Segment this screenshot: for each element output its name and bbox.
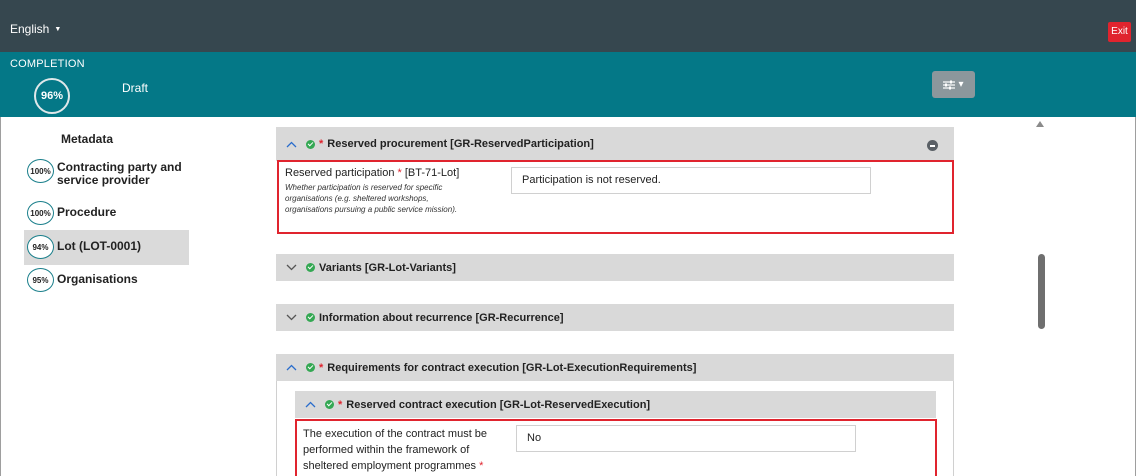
sidebar-item-label: Contracting party and service provider bbox=[57, 159, 182, 187]
sidebar-item-organisations[interactable]: 95% Organisations bbox=[27, 268, 189, 294]
field-label-line: sheltered employment programmes bbox=[303, 460, 477, 472]
group-header-recurrence[interactable]: Information about recurrence [GR-Recurre… bbox=[276, 304, 954, 331]
form-content-panel: * Reserved procurement [GR-ReservedParti… bbox=[260, 117, 975, 476]
field-description-line: organisations pursuing a public service … bbox=[285, 205, 458, 214]
completion-percent: 96% bbox=[40, 90, 64, 102]
caret-down-icon: ▼ bbox=[54, 25, 62, 33]
check-circle-icon bbox=[325, 400, 334, 409]
group-title: Requirements for contract execution [GR-… bbox=[327, 361, 697, 374]
check-circle-icon bbox=[306, 263, 315, 272]
top-bar: English ▼ Exit bbox=[0, 0, 1136, 52]
scrollbar-thumb[interactable] bbox=[1038, 254, 1045, 329]
field-reserved-execution: The execution of the contract must be pe… bbox=[295, 419, 937, 476]
sidebar-item-metadata[interactable]: Metadata bbox=[61, 132, 113, 146]
completion-progress-circle: 96% bbox=[34, 78, 70, 114]
check-circle-icon bbox=[306, 363, 315, 372]
field-label: Reserved participation * [BT-71-Lot] bbox=[285, 166, 459, 180]
status-label: Draft bbox=[122, 81, 149, 95]
group-header-reserved-execution[interactable]: * Reserved contract execution [GR-Lot-Re… bbox=[295, 391, 936, 418]
group-header-reserved-procurement[interactable]: * Reserved procurement [GR-ReservedParti… bbox=[276, 127, 954, 161]
required-marker: * bbox=[319, 361, 324, 374]
check-circle-icon bbox=[306, 139, 315, 149]
group-header-execution-requirements[interactable]: * Requirements for contract execution [G… bbox=[276, 354, 954, 381]
reserved-execution-select[interactable]: No bbox=[516, 425, 856, 452]
field-label: The execution of the contract must be pe… bbox=[303, 426, 487, 474]
required-marker: * bbox=[479, 460, 484, 472]
required-marker: * bbox=[397, 167, 402, 179]
field-description: Whether participation is reserved for sp… bbox=[285, 182, 457, 215]
language-selector[interactable]: English ▼ bbox=[10, 22, 61, 36]
field-code: [BT-71-Lot] bbox=[404, 167, 460, 179]
group-title: Variants [GR-Lot-Variants] bbox=[319, 261, 456, 274]
vertical-scrollbar[interactable] bbox=[1031, 117, 1049, 476]
sliders-icon bbox=[943, 80, 956, 90]
scroll-up-arrow-icon[interactable] bbox=[1036, 121, 1044, 127]
chevron-up-icon bbox=[276, 141, 306, 148]
tools-dropdown-button[interactable]: ▾ bbox=[932, 71, 975, 98]
chevron-down-icon bbox=[276, 264, 306, 271]
sidebar-item-label: Lot (LOT-0001) bbox=[57, 239, 142, 253]
sidebar-item-label: Procedure bbox=[57, 205, 117, 219]
frame-border-left bbox=[0, 117, 1, 476]
collapse-minus-icon[interactable] bbox=[927, 140, 938, 151]
chevron-down-icon bbox=[276, 314, 306, 321]
chevron-up-icon bbox=[295, 401, 325, 408]
chevron-up-icon bbox=[276, 364, 306, 371]
field-description-line: Whether participation is reserved for sp… bbox=[285, 183, 443, 192]
field-label-line: performed within the framework of bbox=[303, 444, 470, 456]
field-reserved-participation: Reserved participation * [BT-71-Lot] Whe… bbox=[277, 160, 954, 234]
check-circle-icon bbox=[306, 313, 315, 322]
sidebar-item-lot[interactable]: 94% Lot (LOT-0001) bbox=[24, 230, 189, 265]
field-label-text: Reserved participation bbox=[285, 167, 395, 179]
sidebar-item-label-line2: service provider bbox=[57, 173, 150, 187]
language-label: English bbox=[10, 22, 50, 36]
caret-down-icon: ▾ bbox=[958, 79, 964, 90]
exit-button[interactable]: Exit bbox=[1108, 22, 1131, 42]
progress-badge: 100% bbox=[27, 201, 54, 225]
progress-badge: 100% bbox=[27, 159, 54, 183]
group-title: Reserved contract execution [GR-Lot-Rese… bbox=[346, 398, 651, 411]
group-title: Information about recurrence [GR-Recurre… bbox=[319, 311, 564, 324]
required-marker: * bbox=[338, 398, 343, 411]
group-title: Reserved procurement [GR-ReservedPartici… bbox=[327, 138, 594, 150]
completion-label: COMPLETION bbox=[10, 58, 85, 70]
field-label-line: The execution of the contract must be bbox=[303, 428, 488, 440]
sidebar-item-procedure[interactable]: 100% Procedure bbox=[27, 201, 189, 227]
sidebar-item-label: Organisations bbox=[57, 272, 138, 286]
progress-badge: 94% bbox=[27, 235, 54, 259]
progress-badge: 95% bbox=[27, 268, 54, 292]
group-header-variants[interactable]: Variants [GR-Lot-Variants] bbox=[276, 254, 954, 281]
sidebar-item-contracting-party[interactable]: 100% Contracting party and service provi… bbox=[27, 159, 189, 193]
reserved-participation-select[interactable]: Participation is not reserved. bbox=[511, 167, 871, 194]
required-marker: * bbox=[319, 138, 324, 150]
field-description-line: organisations (e.g. sheltered workshops, bbox=[285, 194, 429, 203]
